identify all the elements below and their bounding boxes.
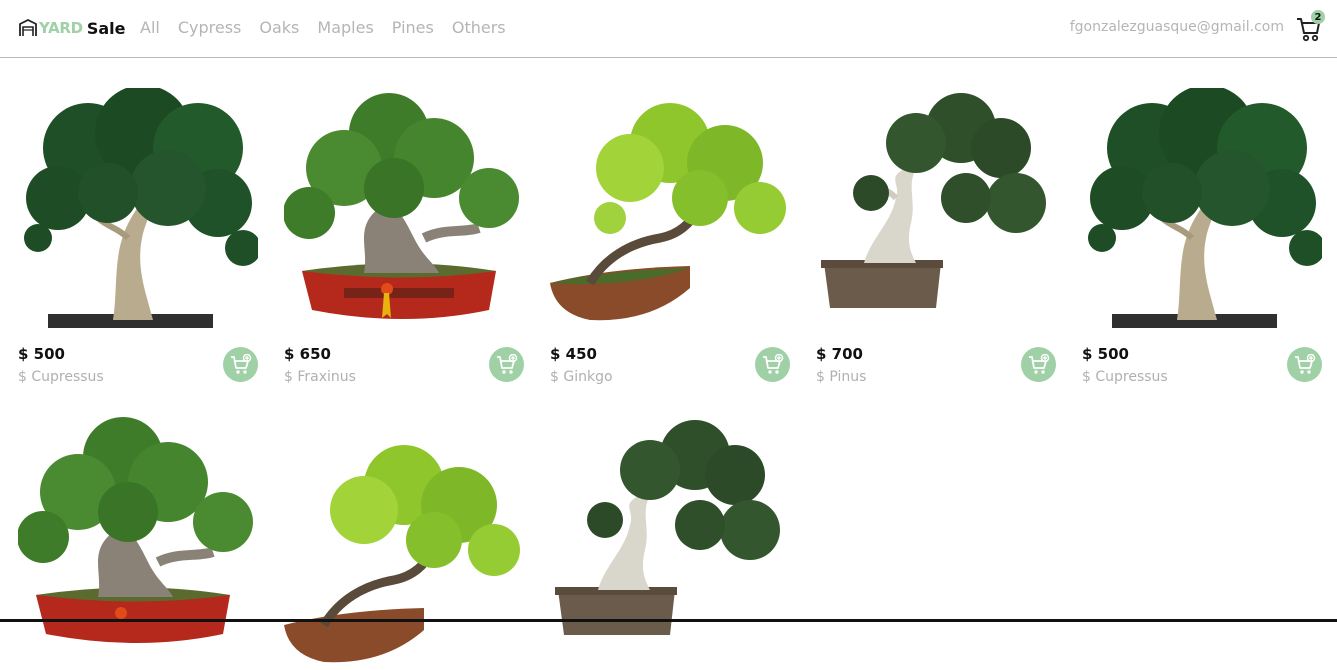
product-species: $ Pinus: [816, 369, 867, 385]
add-cart-icon: [1028, 353, 1049, 374]
user-email[interactable]: fgonzalezguasque@gmail.com: [1070, 19, 1284, 35]
add-to-cart-button[interactable]: [223, 347, 258, 382]
cart-count-badge: 2: [1311, 10, 1325, 24]
product-price: $ 450: [550, 345, 597, 363]
add-to-cart-button[interactable]: [489, 347, 524, 382]
product-species: $ Fraxinus: [284, 369, 356, 385]
add-cart-icon: [496, 353, 517, 374]
brand-sale-text: Sale: [86, 18, 126, 38]
bonsai-cypress-image[interactable]: [18, 88, 258, 328]
top-navbar: YARD Sale All Cypress Oaks Maples Pines …: [0, 0, 1337, 58]
nav-cypress[interactable]: Cypress: [178, 18, 242, 37]
bonsai-ginkgo-image[interactable]: [284, 430, 524, 670]
brand-yard-text: YARD: [39, 19, 83, 37]
product-species: $ Cupressus: [18, 369, 104, 385]
add-cart-icon: [762, 353, 783, 374]
brand-logo[interactable]: YARD Sale: [18, 16, 126, 40]
product-price: $ 650: [284, 345, 331, 363]
product-price: $ 500: [18, 345, 65, 363]
product-card[interactable]: $ 500 $ Cupressus: [18, 88, 258, 385]
add-to-cart-button[interactable]: [1287, 347, 1322, 382]
product-card[interactable]: $ 450 $ Ginkgo: [550, 88, 790, 385]
bonsai-cypress-image[interactable]: [1082, 88, 1322, 328]
product-price: $ 500: [1082, 345, 1129, 363]
nav-all[interactable]: All: [140, 18, 160, 37]
bonsai-fraxinus-image[interactable]: [284, 88, 524, 328]
product-species: $ Ginkgo: [550, 369, 613, 385]
bonsai-fraxinus-image[interactable]: [18, 412, 258, 652]
category-nav: All Cypress Oaks Maples Pines Others: [140, 18, 506, 37]
bonsai-ginkgo-image[interactable]: [550, 88, 790, 328]
add-cart-icon: [230, 353, 251, 374]
product-card[interactable]: [18, 412, 258, 652]
product-card[interactable]: $ 500 $ Cupressus: [1082, 88, 1322, 385]
nav-maples[interactable]: Maples: [317, 18, 373, 37]
nav-others[interactable]: Others: [452, 18, 506, 37]
add-to-cart-button[interactable]: [755, 347, 790, 382]
garage-icon: [18, 18, 38, 38]
add-to-cart-button[interactable]: [1021, 347, 1056, 382]
product-species: $ Cupressus: [1082, 369, 1168, 385]
add-cart-icon: [1294, 353, 1315, 374]
cart-button[interactable]: 2: [1296, 10, 1326, 42]
product-card[interactable]: $ 700 $ Pinus: [816, 88, 1056, 385]
nav-pines[interactable]: Pines: [392, 18, 434, 37]
bonsai-pine-image[interactable]: [816, 88, 1056, 328]
nav-oaks[interactable]: Oaks: [259, 18, 299, 37]
product-price: $ 700: [816, 345, 863, 363]
product-card[interactable]: $ 650 $ Fraxinus: [284, 88, 524, 385]
product-card[interactable]: [284, 430, 524, 670]
